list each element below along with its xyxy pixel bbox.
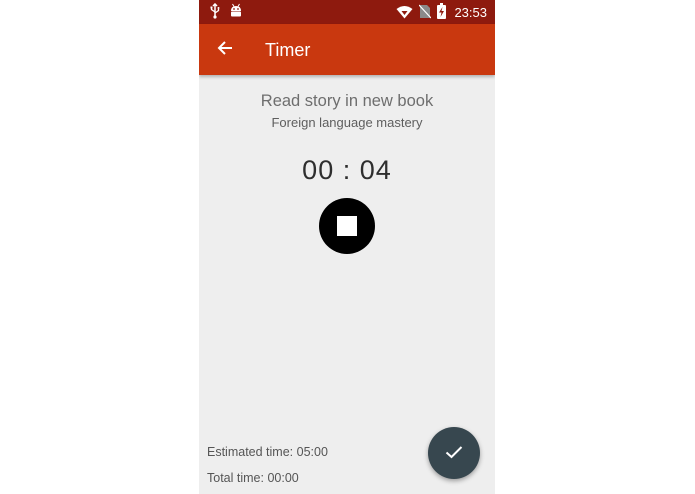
total-time-label: Total time: bbox=[207, 471, 264, 485]
timer-seconds: 04 bbox=[359, 155, 392, 185]
battery-charging-icon bbox=[437, 3, 447, 23]
android-debug-icon bbox=[229, 3, 243, 23]
total-time: Total time: 00:00 bbox=[207, 471, 299, 485]
stop-icon bbox=[337, 216, 357, 236]
timer-minutes: 00 bbox=[302, 155, 335, 185]
status-right-icons: 23:53 bbox=[396, 3, 487, 23]
timer-separator: : bbox=[342, 155, 352, 185]
timer-display: 00 : 04 bbox=[199, 155, 495, 186]
toolbar: Timer bbox=[199, 24, 495, 75]
stop-button[interactable] bbox=[319, 198, 375, 254]
task-subtitle: Foreign language mastery bbox=[271, 115, 423, 130]
status-time: 23:53 bbox=[454, 5, 487, 20]
status-bar: 23:53 bbox=[199, 0, 495, 24]
estimated-time-value: 05:00 bbox=[296, 445, 328, 459]
done-fab-button[interactable] bbox=[428, 427, 480, 479]
usb-icon bbox=[209, 2, 221, 23]
timer-content: Read story in new book Foreign language … bbox=[199, 75, 495, 494]
no-sim-icon bbox=[419, 4, 432, 23]
page-title: Timer bbox=[265, 40, 311, 60]
task-title: Read story in new book bbox=[260, 92, 434, 110]
estimated-time: Estimated time: 05:00 bbox=[207, 445, 328, 459]
status-left-icons bbox=[209, 2, 243, 23]
app-screen: 23:53 Timer Read story in new book Forei… bbox=[199, 0, 495, 494]
check-icon bbox=[445, 444, 463, 463]
back-button[interactable] bbox=[211, 36, 239, 64]
arrow-back-icon bbox=[217, 40, 233, 60]
estimated-time-label: Estimated time: bbox=[207, 445, 294, 459]
total-time-value: 00:00 bbox=[267, 471, 299, 485]
wifi-icon bbox=[396, 4, 413, 23]
